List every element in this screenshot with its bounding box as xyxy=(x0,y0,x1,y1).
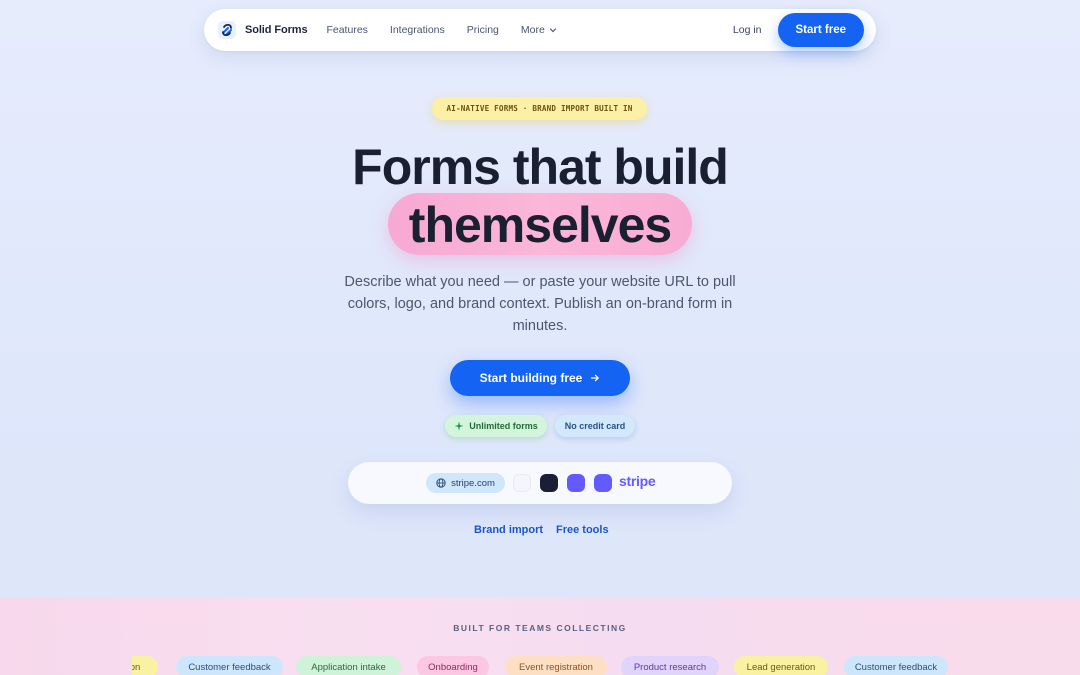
unlimited-forms-label: Unlimited forms xyxy=(469,421,538,431)
unlimited-forms-chip: Unlimited forms xyxy=(445,415,547,437)
login-link[interactable]: Log in xyxy=(733,24,762,36)
nav-link-more-label: More xyxy=(520,24,545,36)
brand-url-chip: stripe.com xyxy=(426,473,505,493)
hero-subtitle: Describe what you need — or paste your w… xyxy=(344,274,736,334)
brand-url-text: stripe.com xyxy=(451,477,495,489)
hero-title-line2: themselves xyxy=(408,197,672,253)
teams-title: BUILT FOR TEAMS COLLECTING xyxy=(453,623,627,633)
use-case-tag: Application intake xyxy=(296,656,401,675)
top-nav: Solid Forms Features Integrations Pricin… xyxy=(204,9,876,51)
globe-icon xyxy=(436,478,446,488)
hero-badge: AI-NATIVE FORMS · BRAND IMPORT BUILT IN xyxy=(432,97,647,120)
color-swatch xyxy=(594,474,612,492)
nav-right: Log in Start free xyxy=(733,13,864,47)
use-case-tag: Event registration xyxy=(505,656,607,675)
chevron-down-icon xyxy=(549,26,557,34)
nav-link-pricing[interactable]: Pricing xyxy=(467,24,499,36)
start-building-button[interactable]: Start building free xyxy=(450,360,630,396)
hero-title-line1: Forms that build xyxy=(352,139,729,195)
nav-link-integrations[interactable]: Integrations xyxy=(390,24,445,36)
brand-logo-wordmark: stripe xyxy=(619,473,656,489)
start-building-label: Start building free xyxy=(479,371,583,385)
use-case-tag: Customer feedback xyxy=(176,656,283,675)
no-credit-card-chip: No credit card xyxy=(555,415,635,437)
color-swatch xyxy=(513,474,531,492)
use-case-tag: Onboarding xyxy=(417,656,489,675)
logo-icon[interactable] xyxy=(217,20,237,40)
free-tools-link[interactable]: Free tools xyxy=(556,524,609,536)
nav-link-features[interactable]: Features xyxy=(326,24,367,36)
brand-import-link[interactable]: Brand import xyxy=(474,524,543,536)
use-case-tag: Customer feedback xyxy=(844,656,948,675)
use-case-marquee: ation Customer feedback Application inta… xyxy=(132,656,948,675)
nav-link-more[interactable]: More xyxy=(521,24,557,36)
color-swatch xyxy=(567,474,585,492)
brand-name[interactable]: Solid Forms xyxy=(245,24,308,36)
sparkle-icon xyxy=(454,421,464,431)
use-case-tag: ation xyxy=(132,656,158,675)
nav-links: Features Integrations Pricing More xyxy=(326,24,578,36)
use-case-tag: Lead generation xyxy=(734,656,828,675)
arrow-right-icon xyxy=(590,373,600,383)
start-free-button[interactable]: Start free xyxy=(777,13,864,47)
use-case-tag: Product research xyxy=(621,656,719,675)
color-swatch xyxy=(540,474,558,492)
